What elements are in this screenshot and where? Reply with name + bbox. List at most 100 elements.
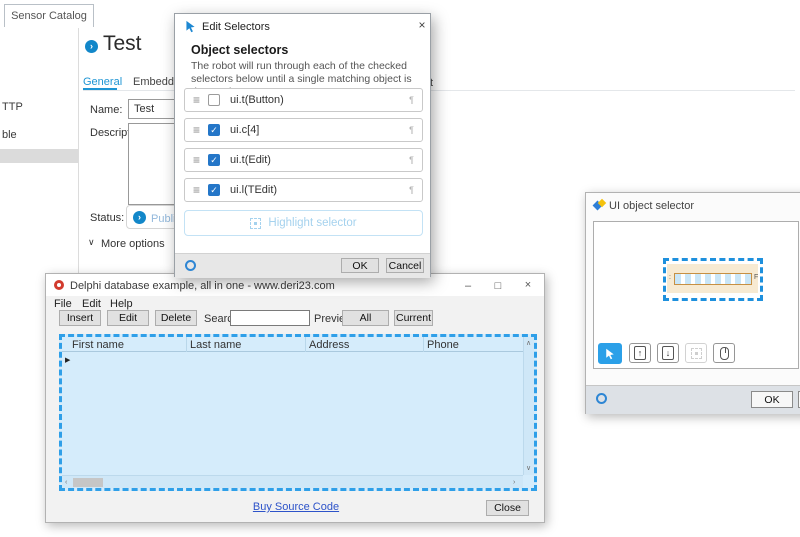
scroll-right-icon[interactable]: › [513, 479, 515, 486]
highlight-selector-label: Highlight selector [268, 217, 356, 229]
selector-ok-button[interactable]: OK [751, 391, 793, 408]
selector-checkbox[interactable]: ✓ [208, 184, 220, 196]
buy-source-code-link[interactable]: Buy Source Code [241, 501, 351, 513]
drag-handle-icon[interactable]: ≡ [193, 183, 200, 197]
selector-text: ui.t(Edit) [230, 154, 271, 166]
grid-column-last-name[interactable]: Last name [190, 339, 241, 351]
menu-edit[interactable]: Edit [82, 298, 101, 310]
close-button[interactable]: Close [486, 500, 529, 516]
delphi-window-title: Delphi database example, all in one - ww… [70, 280, 335, 292]
sidebar-divider [78, 28, 79, 274]
arrow-up-icon: ↑ [634, 346, 646, 360]
preview-all-button[interactable]: All [342, 310, 389, 326]
selector-cursor-icon [184, 20, 197, 33]
vertical-scrollbar[interactable]: ∧ ∨ [523, 337, 534, 475]
grid-column-separator [305, 337, 306, 352]
delete-button[interactable]: Delete [155, 310, 197, 326]
highlight-selection-icon [250, 218, 261, 229]
highlight-selection-icon [691, 348, 702, 359]
sidebar-item-table[interactable]: ble [2, 129, 17, 141]
grid-column-address[interactable]: Address [309, 339, 349, 351]
highlight-element-button-disabled [685, 343, 707, 363]
grid-column-separator [186, 337, 187, 352]
drag-handle-icon[interactable]: ≡ [193, 123, 200, 137]
pilcrow-icon: ¶ [409, 95, 414, 105]
menu-file[interactable]: File [54, 298, 72, 310]
grid-header-row: First name Last name Address Phone [62, 337, 534, 352]
data-grid-highlighted[interactable]: First name Last name Address Phone ▶ ∧ ∨… [59, 334, 537, 491]
selector-checkbox[interactable]: ✓ [208, 154, 220, 166]
menu-help[interactable]: Help [110, 298, 133, 310]
preview-right-char: F [754, 274, 758, 281]
delphi-window: Delphi database example, all in one - ww… [45, 273, 545, 523]
grid-column-phone[interactable]: Phone [427, 339, 459, 351]
grid-column-first-name[interactable]: First name [72, 339, 124, 351]
mouse-icon [720, 347, 729, 360]
selector-text: ui.t(Button) [230, 94, 284, 106]
ui-object-selector-window: UI object selector : F ↑ ↓ OK [585, 192, 800, 414]
publish-icon: › [133, 211, 146, 224]
sidebar-item-selected[interactable] [0, 149, 78, 163]
arrow-down-icon: ↓ [662, 346, 674, 360]
cursor-icon [604, 348, 616, 360]
current-row-indicator-icon: ▶ [65, 356, 70, 364]
dialog-close-icon[interactable]: × [415, 18, 429, 32]
select-parent-button[interactable]: ↑ [629, 343, 651, 363]
maximize-button[interactable]: □ [488, 278, 508, 293]
select-child-button[interactable]: ↓ [657, 343, 679, 363]
scroll-up-icon[interactable]: ∧ [526, 340, 531, 347]
screen: Sensor Catalog TTP ble › Test General Em… [0, 0, 800, 537]
drag-handle-icon[interactable]: ≡ [193, 153, 200, 167]
selector-checkbox[interactable]: ✓ [208, 124, 220, 136]
scroll-left-icon[interactable]: ‹ [65, 479, 67, 486]
scroll-down-icon[interactable]: ∨ [526, 465, 531, 472]
minimize-button[interactable]: – [458, 278, 478, 293]
selector-text: ui.c[4] [230, 124, 259, 136]
highlight-selector-button[interactable]: Highlight selector [184, 210, 423, 236]
selector-row[interactable]: ≡ ✓ ui.l(TEdit) ¶ [184, 178, 423, 202]
check-icon: ✓ [210, 126, 218, 135]
tab-sensor-catalog[interactable]: Sensor Catalog [4, 4, 94, 27]
preview-left-char: : [669, 274, 671, 281]
app-logo-icon [594, 199, 606, 211]
pilcrow-icon: ¶ [409, 185, 414, 195]
tab-general-active-indicator [83, 88, 117, 90]
edit-selectors-dialog: Edit Selectors × Object selectors The ro… [174, 13, 431, 277]
edit-button[interactable]: Edit [107, 310, 149, 326]
pilcrow-icon: ¶ [409, 125, 414, 135]
selector-checkbox[interactable]: ✓ [208, 94, 220, 106]
selector-row[interactable]: ≡ ✓ ui.t(Edit) ¶ [184, 148, 423, 172]
ok-button[interactable]: OK [341, 258, 379, 273]
ui-object-selector-title: UI object selector [609, 200, 694, 212]
info-icon [185, 260, 196, 271]
preview-current-button[interactable]: Current [394, 310, 433, 326]
tab-sensor-catalog-label: Sensor Catalog [11, 10, 87, 22]
drag-handle-icon[interactable]: ≡ [193, 93, 200, 107]
pilcrow-icon: ¶ [409, 155, 414, 165]
info-icon [596, 393, 607, 404]
status-label: Status: [90, 212, 124, 224]
more-options-toggle[interactable]: More options [101, 238, 165, 250]
mouse-mode-button[interactable] [713, 343, 735, 363]
horizontal-scrollbar[interactable]: ‹ › [62, 475, 523, 488]
select-element-button[interactable] [598, 343, 622, 364]
page-title-icon: › [85, 40, 98, 53]
scrollbar-thumb[interactable] [73, 478, 103, 487]
dialog-title: Edit Selectors [202, 21, 270, 33]
close-window-button[interactable]: × [518, 277, 538, 292]
name-field[interactable]: Test [128, 99, 180, 119]
dialog-heading: Object selectors [191, 43, 288, 57]
selector-text: ui.l(TEdit) [230, 184, 277, 196]
check-icon: ✓ [210, 186, 218, 195]
insert-button[interactable]: Insert [59, 310, 101, 326]
search-input[interactable] [230, 310, 310, 326]
cancel-button[interactable]: Cancel [386, 258, 424, 273]
chevron-down-icon: ∨ [88, 237, 95, 248]
name-label: Name: [90, 104, 122, 116]
delphi-app-icon [54, 280, 64, 290]
selector-row[interactable]: ≡ ✓ ui.c[4] ¶ [184, 118, 423, 142]
sidebar-item-http[interactable]: TTP [2, 101, 23, 113]
name-field-value: Test [134, 103, 154, 115]
tab-general[interactable]: General [83, 76, 122, 88]
selector-row[interactable]: ≡ ✓ ui.t(Button) ¶ [184, 88, 423, 112]
